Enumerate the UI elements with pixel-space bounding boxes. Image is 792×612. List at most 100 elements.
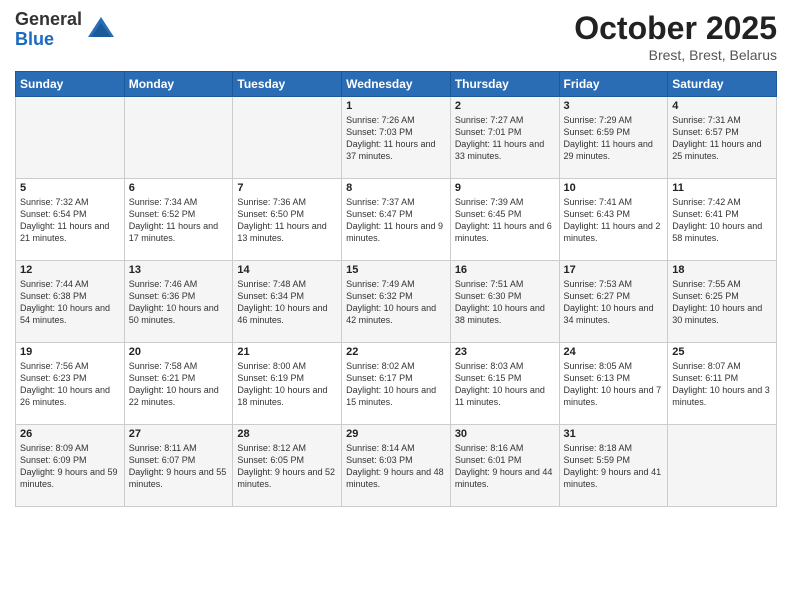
- day-number: 12: [20, 264, 120, 276]
- logo-text: General Blue: [15, 10, 82, 50]
- calendar-cell: 24 Sunrise: 8:05 AM Sunset: 6:13 PM Dayli…: [559, 343, 668, 425]
- calendar-cell: 17 Sunrise: 7:53 AM Sunset: 6:27 PM Dayli…: [559, 261, 668, 343]
- day-content: Sunrise: 7:37 AM Sunset: 6:47 PM Dayligh…: [346, 196, 446, 245]
- day-number: 1: [346, 100, 446, 112]
- calendar-body: 1Sunrise: 7:26 AM Sunset: 7:03 PM Daylig…: [16, 97, 777, 507]
- calendar-week-row: 1Sunrise: 7:26 AM Sunset: 7:03 PM Daylig…: [16, 97, 777, 179]
- day-number: 25: [672, 346, 772, 358]
- day-number: 26: [20, 428, 120, 440]
- header-row: Sunday Monday Tuesday Wednesday Thursday…: [16, 72, 777, 97]
- day-content: Sunrise: 7:29 AM Sunset: 6:59 PM Dayligh…: [564, 114, 664, 163]
- calendar-week-row: 26Sunrise: 8:09 AM Sunset: 6:09 PM Dayli…: [16, 425, 777, 507]
- day-number: 24: [564, 346, 664, 358]
- day-number: 31: [564, 428, 664, 440]
- day-content: Sunrise: 7:34 AM Sunset: 6:52 PM Dayligh…: [129, 196, 229, 245]
- header-monday: Monday: [124, 72, 233, 97]
- day-content: Sunrise: 8:18 AM Sunset: 5:59 PM Dayligh…: [564, 442, 664, 491]
- day-number: 22: [346, 346, 446, 358]
- day-content: Sunrise: 8:11 AM Sunset: 6:07 PM Dayligh…: [129, 442, 229, 491]
- day-number: 21: [237, 346, 337, 358]
- calendar-cell: 2Sunrise: 7:27 AM Sunset: 7:01 PM Daylig…: [450, 97, 559, 179]
- calendar-cell: 4Sunrise: 7:31 AM Sunset: 6:57 PM Daylig…: [668, 97, 777, 179]
- day-number: 23: [455, 346, 555, 358]
- day-content: Sunrise: 8:07 AM Sunset: 6:11 PM Dayligh…: [672, 360, 772, 409]
- calendar-cell: [124, 97, 233, 179]
- page-title: October 2025: [574, 10, 777, 47]
- day-content: Sunrise: 7:53 AM Sunset: 6:27 PM Dayligh…: [564, 278, 664, 327]
- calendar-header: Sunday Monday Tuesday Wednesday Thursday…: [16, 72, 777, 97]
- day-content: Sunrise: 7:41 AM Sunset: 6:43 PM Dayligh…: [564, 196, 664, 245]
- title-block: October 2025 Brest, Brest, Belarus: [574, 10, 777, 63]
- calendar-cell: 5 Sunrise: 7:32 AM Sunset: 6:54 PM Daylig…: [16, 179, 125, 261]
- day-content: Sunrise: 7:32 AM Sunset: 6:54 PM Dayligh…: [20, 196, 120, 245]
- calendar-week-row: 19 Sunrise: 7:56 AM Sunset: 6:23 PM Dayli…: [16, 343, 777, 425]
- header-saturday: Saturday: [668, 72, 777, 97]
- logo-general: General: [15, 10, 82, 30]
- day-content: Sunrise: 8:05 AM Sunset: 6:13 PM Dayligh…: [564, 360, 664, 409]
- calendar-cell: [668, 425, 777, 507]
- day-number: 9: [455, 182, 555, 194]
- day-number: 17: [564, 264, 664, 276]
- calendar-cell: 12 Sunrise: 7:44 AM Sunset: 6:38 PM Dayli…: [16, 261, 125, 343]
- day-content: Sunrise: 7:55 AM Sunset: 6:25 PM Dayligh…: [672, 278, 772, 327]
- day-number: 15: [346, 264, 446, 276]
- calendar-cell: 1Sunrise: 7:26 AM Sunset: 7:03 PM Daylig…: [342, 97, 451, 179]
- calendar-cell: [233, 97, 342, 179]
- day-content: Sunrise: 7:39 AM Sunset: 6:45 PM Dayligh…: [455, 196, 555, 245]
- calendar-cell: 20 Sunrise: 7:58 AM Sunset: 6:21 PM Dayli…: [124, 343, 233, 425]
- day-content: Sunrise: 7:42 AM Sunset: 6:41 PM Dayligh…: [672, 196, 772, 245]
- logo-blue: Blue: [15, 30, 82, 50]
- day-number: 16: [455, 264, 555, 276]
- calendar-cell: 25 Sunrise: 8:07 AM Sunset: 6:11 PM Dayli…: [668, 343, 777, 425]
- calendar-cell: 28 Sunrise: 8:12 AM Sunset: 6:05 PM Dayli…: [233, 425, 342, 507]
- day-content: Sunrise: 7:46 AM Sunset: 6:36 PM Dayligh…: [129, 278, 229, 327]
- day-number: 20: [129, 346, 229, 358]
- day-number: 29: [346, 428, 446, 440]
- logo: General Blue: [15, 10, 116, 50]
- day-content: Sunrise: 7:58 AM Sunset: 6:21 PM Dayligh…: [129, 360, 229, 409]
- calendar-cell: 23Sunrise: 8:03 AM Sunset: 6:15 PM Dayli…: [450, 343, 559, 425]
- header-sunday: Sunday: [16, 72, 125, 97]
- day-number: 3: [564, 100, 664, 112]
- main-container: General Blue October 2025 Brest, Brest, …: [0, 0, 792, 612]
- calendar-cell: 19 Sunrise: 7:56 AM Sunset: 6:23 PM Dayli…: [16, 343, 125, 425]
- calendar-cell: 15 Sunrise: 7:49 AM Sunset: 6:32 PM Dayli…: [342, 261, 451, 343]
- day-number: 2: [455, 100, 555, 112]
- calendar-cell: 18 Sunrise: 7:55 AM Sunset: 6:25 PM Dayli…: [668, 261, 777, 343]
- day-number: 11: [672, 182, 772, 194]
- calendar-cell: 7Sunrise: 7:36 AM Sunset: 6:50 PM Daylig…: [233, 179, 342, 261]
- day-number: 6: [129, 182, 229, 194]
- day-content: Sunrise: 7:51 AM Sunset: 6:30 PM Dayligh…: [455, 278, 555, 327]
- calendar-cell: 26Sunrise: 8:09 AM Sunset: 6:09 PM Dayli…: [16, 425, 125, 507]
- calendar-cell: 22 Sunrise: 8:02 AM Sunset: 6:17 PM Dayli…: [342, 343, 451, 425]
- calendar-week-row: 5 Sunrise: 7:32 AM Sunset: 6:54 PM Daylig…: [16, 179, 777, 261]
- day-content: Sunrise: 8:00 AM Sunset: 6:19 PM Dayligh…: [237, 360, 337, 409]
- day-number: 27: [129, 428, 229, 440]
- day-number: 14: [237, 264, 337, 276]
- day-number: 18: [672, 264, 772, 276]
- calendar-week-row: 12 Sunrise: 7:44 AM Sunset: 6:38 PM Dayli…: [16, 261, 777, 343]
- day-content: Sunrise: 8:12 AM Sunset: 6:05 PM Dayligh…: [237, 442, 337, 491]
- day-content: Sunrise: 8:14 AM Sunset: 6:03 PM Dayligh…: [346, 442, 446, 491]
- logo-icon: [86, 15, 116, 45]
- header: General Blue October 2025 Brest, Brest, …: [15, 10, 777, 63]
- day-content: Sunrise: 7:31 AM Sunset: 6:57 PM Dayligh…: [672, 114, 772, 163]
- calendar-cell: 10Sunrise: 7:41 AM Sunset: 6:43 PM Dayli…: [559, 179, 668, 261]
- day-content: Sunrise: 7:48 AM Sunset: 6:34 PM Dayligh…: [237, 278, 337, 327]
- calendar-cell: 9 Sunrise: 7:39 AM Sunset: 6:45 PM Daylig…: [450, 179, 559, 261]
- day-content: Sunrise: 8:02 AM Sunset: 6:17 PM Dayligh…: [346, 360, 446, 409]
- day-number: 19: [20, 346, 120, 358]
- day-number: 28: [237, 428, 337, 440]
- calendar-cell: 13Sunrise: 7:46 AM Sunset: 6:36 PM Dayli…: [124, 261, 233, 343]
- calendar-cell: 30Sunrise: 8:16 AM Sunset: 6:01 PM Dayli…: [450, 425, 559, 507]
- day-content: Sunrise: 7:49 AM Sunset: 6:32 PM Dayligh…: [346, 278, 446, 327]
- day-number: 5: [20, 182, 120, 194]
- header-tuesday: Tuesday: [233, 72, 342, 97]
- calendar-cell: 29 Sunrise: 8:14 AM Sunset: 6:03 PM Dayli…: [342, 425, 451, 507]
- calendar-cell: 11 Sunrise: 7:42 AM Sunset: 6:41 PM Dayli…: [668, 179, 777, 261]
- day-content: Sunrise: 8:16 AM Sunset: 6:01 PM Dayligh…: [455, 442, 555, 491]
- day-content: Sunrise: 7:56 AM Sunset: 6:23 PM Dayligh…: [20, 360, 120, 409]
- day-content: Sunrise: 7:44 AM Sunset: 6:38 PM Dayligh…: [20, 278, 120, 327]
- calendar-cell: 6 Sunrise: 7:34 AM Sunset: 6:52 PM Daylig…: [124, 179, 233, 261]
- header-thursday: Thursday: [450, 72, 559, 97]
